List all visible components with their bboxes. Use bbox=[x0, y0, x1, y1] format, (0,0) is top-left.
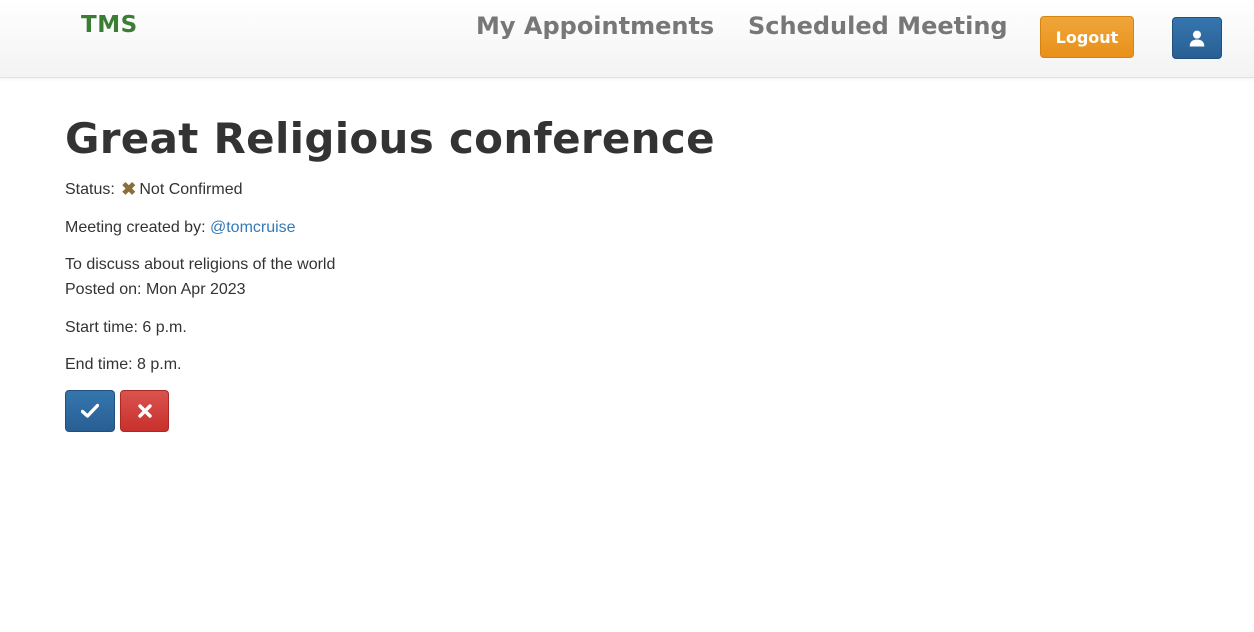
nav-my-appointments[interactable]: My Appointments bbox=[476, 12, 714, 40]
x-icon: ✖ bbox=[121, 179, 137, 199]
top-navbar: TMS My Appointments Scheduled Meeting Lo… bbox=[0, 0, 1254, 78]
meeting-detail: Great Religious conference Status: ✖ Not … bbox=[65, 110, 965, 432]
status-label: Status: bbox=[65, 181, 115, 198]
start-time: Start time: 6 p.m. bbox=[65, 319, 187, 336]
created-by-label: Meeting created by: bbox=[65, 219, 206, 236]
meeting-title: Great Religious conference bbox=[65, 114, 715, 163]
user-icon bbox=[1189, 30, 1205, 47]
nav-scheduled-meeting[interactable]: Scheduled Meeting bbox=[748, 12, 1008, 40]
decline-button[interactable] bbox=[120, 390, 169, 432]
end-time: End time: 8 p.m. bbox=[65, 356, 182, 373]
close-icon bbox=[137, 404, 152, 418]
user-profile-button[interactable] bbox=[1172, 17, 1222, 59]
meeting-description: To discuss about religions of the world bbox=[65, 256, 336, 273]
status-line: Status: ✖ Not Confirmed bbox=[65, 177, 243, 202]
created-by-line: Meeting created by: @tomcruise bbox=[65, 215, 296, 240]
confirm-button[interactable] bbox=[65, 390, 115, 432]
logout-button[interactable]: Logout bbox=[1040, 16, 1134, 58]
check-icon bbox=[81, 403, 99, 418]
posted-on: Posted on: Mon Apr 2023 bbox=[65, 281, 246, 298]
creator-link[interactable]: @tomcruise bbox=[210, 219, 296, 236]
status-value: Not Confirmed bbox=[139, 181, 243, 198]
brand-logo[interactable]: TMS bbox=[81, 12, 138, 38]
